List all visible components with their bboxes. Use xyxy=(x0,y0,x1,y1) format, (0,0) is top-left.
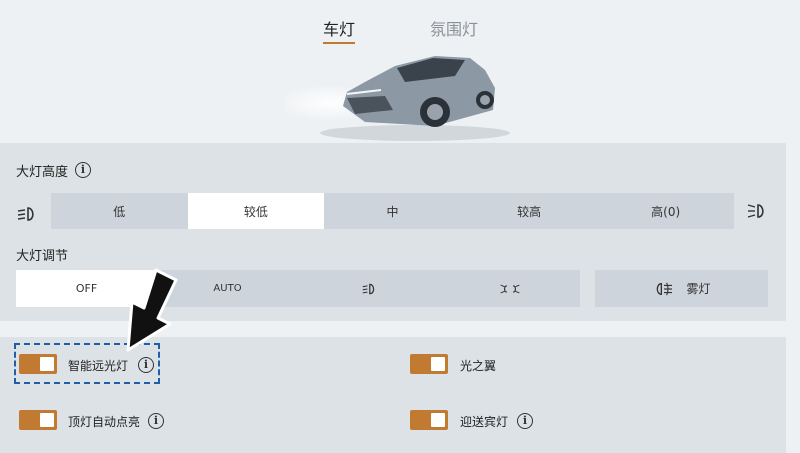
headlight-height-selector: 低 较低 中 较高 高(0) xyxy=(51,193,734,229)
welcome-light-label: 迎送宾灯 xyxy=(460,415,509,429)
light-wing-toggle[interactable] xyxy=(410,354,448,374)
height-option-high[interactable]: 高(0) xyxy=(597,193,734,229)
fog-light-icon xyxy=(657,282,673,295)
welcome-light-toggle[interactable] xyxy=(410,410,448,430)
car-image xyxy=(285,56,510,141)
height-option-higher[interactable]: 较高 xyxy=(461,193,598,229)
headlight-low-icon xyxy=(17,207,34,221)
tab-bar: 车灯 氛围灯 xyxy=(0,16,800,44)
mode-option-low-beam[interactable] xyxy=(298,270,439,307)
tab-car-lights[interactable]: 车灯 xyxy=(323,16,355,40)
parking-light-icon xyxy=(499,284,520,293)
info-icon[interactable]: i xyxy=(148,413,164,429)
height-option-lower[interactable]: 较低 xyxy=(187,193,325,229)
tab-ambient-lights[interactable]: 氛围灯 xyxy=(430,16,478,40)
fog-light-label: 雾灯 xyxy=(686,282,711,296)
headlight-mode-selector: OFF AUTO xyxy=(16,270,580,307)
dome-light-auto-label: 顶灯自动点亮 xyxy=(68,415,141,429)
info-icon[interactable]: i xyxy=(517,413,533,429)
dome-light-auto-toggle[interactable] xyxy=(19,410,57,430)
info-icon[interactable]: i xyxy=(75,162,91,178)
headlight-adjust-title: 大灯调节 xyxy=(16,249,69,264)
height-option-low[interactable]: 低 xyxy=(51,193,188,229)
height-option-mid[interactable]: 中 xyxy=(324,193,461,229)
headlight-high-icon xyxy=(747,204,764,218)
headlight-height-title: 大灯高度 xyxy=(16,165,69,180)
mode-option-parking[interactable] xyxy=(439,270,580,307)
active-tab-underline xyxy=(323,42,355,44)
light-wing-label: 光之翼 xyxy=(460,359,497,373)
fog-light-button[interactable]: 雾灯 xyxy=(595,270,768,307)
pointer-arrow-icon xyxy=(126,268,178,352)
low-beam-icon xyxy=(362,283,374,294)
